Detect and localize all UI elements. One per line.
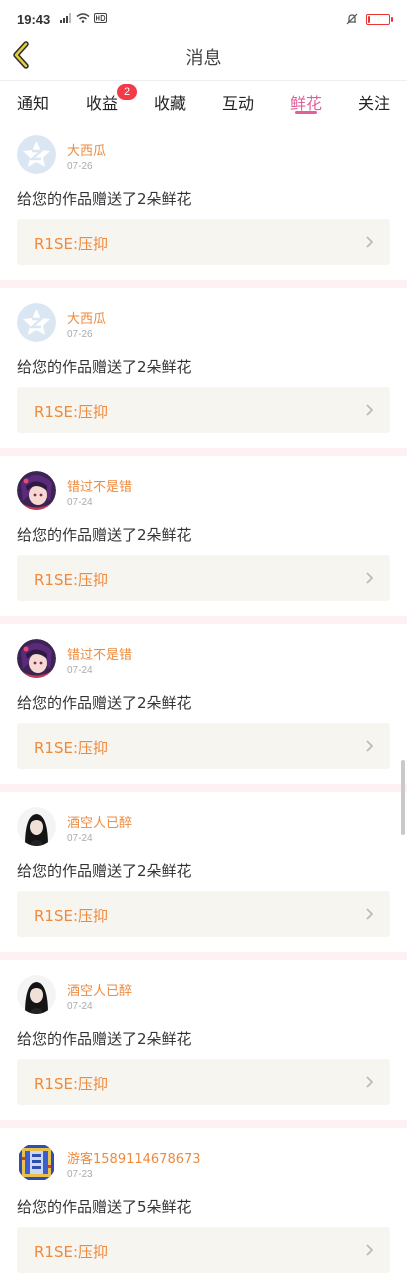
chevron-right-icon xyxy=(366,404,374,416)
chevron-right-icon xyxy=(366,572,374,584)
list-item: 大西瓜 07-26 给您的作品赠送了2朵鲜花 R1SE:压抑 xyxy=(0,120,407,288)
status-icons xyxy=(60,13,107,23)
message-date: 07-24 xyxy=(67,497,93,508)
tab-favorites[interactable]: 收藏 xyxy=(154,90,186,114)
signal-icon xyxy=(60,13,71,23)
list-item: 游客1589114678673 07-23 给您的作品赠送了5朵鲜花 R1SE:… xyxy=(0,1128,407,1280)
tab-notifications[interactable]: 通知 xyxy=(17,90,49,114)
work-title: R1SE:压抑 xyxy=(34,571,109,589)
avatar-pixel-avatar[interactable] xyxy=(17,1143,56,1182)
message-date: 07-24 xyxy=(67,833,93,844)
message-text: 给您的作品赠送了2朵鲜花 xyxy=(17,694,192,712)
avatar-portrait-avatar[interactable] xyxy=(17,807,56,846)
avatar-anime-avatar[interactable] xyxy=(17,471,56,510)
tab-label: 收藏 xyxy=(154,94,187,113)
message-text: 给您的作品赠送了5朵鲜花 xyxy=(17,1198,192,1216)
flower-message-list: 大西瓜 07-26 给您的作品赠送了2朵鲜花 R1SE:压抑 大西瓜 07-26… xyxy=(0,120,407,1280)
status-time: 19:43 xyxy=(17,12,51,27)
work-link[interactable]: R1SE:压抑 xyxy=(17,1059,390,1105)
active-tab-indicator xyxy=(295,111,317,114)
chevron-right-icon xyxy=(366,1244,374,1256)
work-link[interactable]: R1SE:压抑 xyxy=(17,219,390,265)
work-title: R1SE:压抑 xyxy=(34,1243,109,1261)
message-date: 07-26 xyxy=(67,161,93,172)
tab-label: 关注 xyxy=(358,94,391,113)
username[interactable]: 大西瓜 xyxy=(67,140,106,159)
message-text: 给您的作品赠送了2朵鲜花 xyxy=(17,1030,192,1048)
work-title: R1SE:压抑 xyxy=(34,403,109,421)
mute-bell-icon xyxy=(346,13,358,25)
work-link[interactable]: R1SE:压抑 xyxy=(17,555,390,601)
tab-earnings[interactable]: 收益 2 xyxy=(86,84,137,114)
avatar-default-avatar-icon[interactable] xyxy=(17,303,56,342)
tab-label: 通知 xyxy=(17,94,50,113)
list-item: 错过不是错 07-24 给您的作品赠送了2朵鲜花 R1SE:压抑 xyxy=(0,624,407,792)
list-item: 酒空人已醉 07-24 给您的作品赠送了2朵鲜花 R1SE:压抑 xyxy=(0,792,407,960)
username[interactable]: 错过不是错 xyxy=(67,476,132,495)
list-item: 大西瓜 07-26 给您的作品赠送了2朵鲜花 R1SE:压抑 xyxy=(0,288,407,456)
work-title: R1SE:压抑 xyxy=(34,1075,109,1093)
avatar-portrait-avatar[interactable] xyxy=(17,975,56,1014)
message-date: 07-26 xyxy=(67,329,93,340)
tab-label: 收益 xyxy=(86,94,119,113)
message-text: 给您的作品赠送了2朵鲜花 xyxy=(17,358,192,376)
work-link[interactable]: R1SE:压抑 xyxy=(17,723,390,769)
wifi-icon xyxy=(76,13,90,23)
chevron-right-icon xyxy=(366,236,374,248)
chevron-right-icon xyxy=(366,1076,374,1088)
scrollbar[interactable] xyxy=(401,760,405,835)
message-date: 07-24 xyxy=(67,1001,93,1012)
work-link[interactable]: R1SE:压抑 xyxy=(17,1227,390,1273)
username[interactable]: 错过不是错 xyxy=(67,644,132,663)
work-link[interactable]: R1SE:压抑 xyxy=(17,891,390,937)
username[interactable]: 游客1589114678673 xyxy=(67,1148,201,1167)
list-item: 错过不是错 07-24 给您的作品赠送了2朵鲜花 R1SE:压抑 xyxy=(0,456,407,624)
username[interactable]: 大西瓜 xyxy=(67,308,106,327)
message-date: 07-23 xyxy=(67,1169,93,1180)
message-text: 给您的作品赠送了2朵鲜花 xyxy=(17,862,192,880)
work-title: R1SE:压抑 xyxy=(34,907,109,925)
list-item: 酒空人已醉 07-24 给您的作品赠送了2朵鲜花 R1SE:压抑 xyxy=(0,960,407,1128)
avatar-anime-avatar[interactable] xyxy=(17,639,56,678)
app-header: 消息 xyxy=(0,30,407,80)
work-title: R1SE:压抑 xyxy=(34,235,109,253)
chevron-right-icon xyxy=(366,908,374,920)
page-title: 消息 xyxy=(185,48,222,69)
status-bar: 19:43 xyxy=(0,0,407,30)
chevron-right-icon xyxy=(366,740,374,752)
username[interactable]: 酒空人已醉 xyxy=(67,812,132,831)
tab-label: 互动 xyxy=(222,94,255,113)
message-text: 给您的作品赠送了2朵鲜花 xyxy=(17,526,192,544)
message-date: 07-24 xyxy=(67,665,93,676)
tab-interactions[interactable]: 互动 xyxy=(222,90,254,114)
work-link[interactable]: R1SE:压抑 xyxy=(17,387,390,433)
status-right xyxy=(346,13,393,25)
work-title: R1SE:压抑 xyxy=(34,739,109,757)
earnings-badge: 2 xyxy=(117,84,137,100)
battery-icon xyxy=(366,13,393,25)
username[interactable]: 酒空人已醉 xyxy=(67,980,132,999)
tab-follows[interactable]: 关注 xyxy=(358,90,390,114)
tab-bar: 通知 收益 2 收藏 互动 鲜花 关注 xyxy=(0,80,407,120)
avatar-default-avatar-icon[interactable] xyxy=(17,135,56,174)
hd-icon xyxy=(94,13,107,23)
message-text: 给您的作品赠送了2朵鲜花 xyxy=(17,190,192,208)
